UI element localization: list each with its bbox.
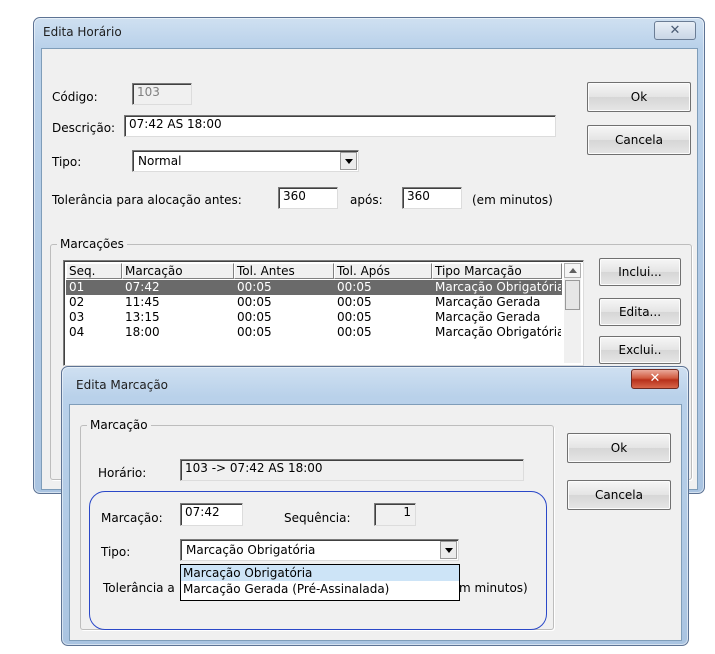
ok-button[interactable]: Ok bbox=[567, 433, 671, 463]
cancela-button[interactable]: Cancela bbox=[567, 480, 671, 510]
cell-tol-antes: 00:05 bbox=[237, 310, 272, 324]
marcacoes-group-label: Marcações bbox=[57, 237, 127, 251]
window-title: Edita Marcação bbox=[76, 378, 169, 392]
list-header: Seq. Marcação Tol. Antes Tol. Após Tipo … bbox=[66, 263, 562, 279]
cell-tol-antes: 00:05 bbox=[237, 325, 272, 339]
inclui-button[interactable]: Inclui... bbox=[599, 258, 681, 286]
cell-tipo-marcacao: Marcação Obrigatória bbox=[435, 280, 561, 294]
edita-button[interactable]: Edita... bbox=[599, 298, 681, 326]
cell-tol-apos: 00:05 bbox=[337, 310, 372, 324]
marcacao-group-label: Marcação bbox=[87, 418, 151, 432]
cell-tipo-marcacao: Marcação Gerada bbox=[435, 310, 541, 324]
cell-marcacao: 07:42 bbox=[125, 280, 160, 294]
table-row[interactable]: 01 07:42 00:05 00:05 Marcação Obrigatóri… bbox=[66, 280, 562, 295]
marcacao-label: Marcação: bbox=[101, 511, 163, 525]
cell-seq: 04 bbox=[69, 325, 85, 339]
tolerancia-apos-field[interactable]: 360 bbox=[402, 187, 462, 209]
cell-tol-antes: 00:05 bbox=[237, 280, 272, 294]
column-header-tol-antes[interactable]: Tol. Antes bbox=[234, 263, 334, 279]
list-scrollbar[interactable] bbox=[564, 263, 581, 363]
chevron-down-icon[interactable] bbox=[440, 541, 457, 559]
column-header-tipo-marcacao[interactable]: Tipo Marcação bbox=[432, 263, 562, 279]
cell-tol-antes: 00:05 bbox=[237, 295, 272, 309]
sequencia-field: 1 bbox=[374, 503, 416, 526]
cell-tol-apos: 00:05 bbox=[337, 325, 372, 339]
cell-marcacao: 13:15 bbox=[125, 310, 160, 324]
exclui-button[interactable]: Exclui.. bbox=[599, 336, 681, 364]
close-icon: ✕ bbox=[649, 371, 661, 386]
descricao-field[interactable]: 07:42 AS 18:00 bbox=[124, 115, 556, 137]
cell-tol-apos: 00:05 bbox=[337, 280, 372, 294]
marcacao-field[interactable]: 07:42 bbox=[180, 503, 243, 526]
marcacoes-list[interactable]: Seq. Marcação Tol. Antes Tol. Após Tipo … bbox=[63, 260, 584, 366]
horario-label: Horário: bbox=[98, 466, 147, 480]
tipo-label: Tipo: bbox=[52, 155, 82, 169]
column-header-seq[interactable]: Seq. bbox=[66, 263, 122, 279]
codigo-field[interactable]: 103 bbox=[132, 83, 192, 105]
sequencia-label: Sequência: bbox=[284, 511, 351, 525]
scrollbar-thumb[interactable] bbox=[565, 280, 580, 310]
cell-marcacao: 18:00 bbox=[125, 325, 160, 339]
horario-field: 103 -> 07:42 AS 18:00 bbox=[180, 459, 524, 481]
table-row[interactable]: 04 18:00 00:05 00:05 Marcação Obrigatóri… bbox=[66, 325, 562, 340]
ok-button[interactable]: Ok bbox=[587, 82, 691, 112]
tolerancia-unit-label: m minutos) bbox=[459, 581, 528, 595]
cell-seq: 02 bbox=[69, 295, 85, 309]
table-row[interactable]: 03 13:15 00:05 00:05 Marcação Gerada bbox=[66, 310, 562, 325]
tipo-label: Tipo: bbox=[101, 545, 131, 559]
tipo-select[interactable]: Marcação Obrigatória bbox=[180, 539, 459, 561]
chevron-down-icon[interactable] bbox=[340, 152, 357, 170]
apos-label: após: bbox=[350, 193, 383, 207]
dropdown-option[interactable]: Marcação Gerada (Pré-Assinalada) bbox=[181, 581, 459, 597]
column-header-marcacao[interactable]: Marcação bbox=[122, 263, 234, 279]
column-header-tol-apos[interactable]: Tol. Após bbox=[334, 263, 432, 279]
tipo-dropdown-list[interactable]: Marcação Obrigatória Marcação Gerada (Pr… bbox=[180, 564, 460, 601]
codigo-label: Código: bbox=[52, 90, 98, 104]
tipo-select-value: Normal bbox=[138, 154, 182, 168]
cell-seq: 01 bbox=[69, 280, 85, 294]
cell-tol-apos: 00:05 bbox=[337, 295, 372, 309]
tipo-select[interactable]: Normal bbox=[132, 150, 359, 172]
scroll-up-icon[interactable] bbox=[564, 263, 581, 278]
tipo-select-value: Marcação Obrigatória bbox=[186, 543, 316, 557]
cancela-button[interactable]: Cancela bbox=[587, 125, 691, 155]
close-icon: ✕ bbox=[669, 23, 681, 38]
cell-marcacao: 11:45 bbox=[125, 295, 160, 309]
dropdown-option[interactable]: Marcação Obrigatória bbox=[181, 565, 459, 581]
descricao-label: Descrição: bbox=[52, 121, 116, 135]
unit-label: (em minutos) bbox=[472, 193, 553, 207]
tolerancia-antes-field[interactable]: 360 bbox=[278, 187, 338, 209]
cell-tipo-marcacao: Marcação Gerada bbox=[435, 295, 541, 309]
tolerancia-label: Tolerância a bbox=[103, 581, 175, 595]
cell-tipo-marcacao: Marcação Obrigatória bbox=[435, 325, 561, 339]
table-row[interactable]: 02 11:45 00:05 00:05 Marcação Gerada bbox=[66, 295, 562, 310]
close-button[interactable]: ✕ bbox=[654, 21, 696, 40]
window-title: Edita Horário bbox=[43, 25, 122, 39]
close-button[interactable]: ✕ bbox=[631, 369, 679, 389]
cell-seq: 03 bbox=[69, 310, 85, 324]
tolerancia-label: Tolerância para alocação antes: bbox=[52, 193, 242, 207]
